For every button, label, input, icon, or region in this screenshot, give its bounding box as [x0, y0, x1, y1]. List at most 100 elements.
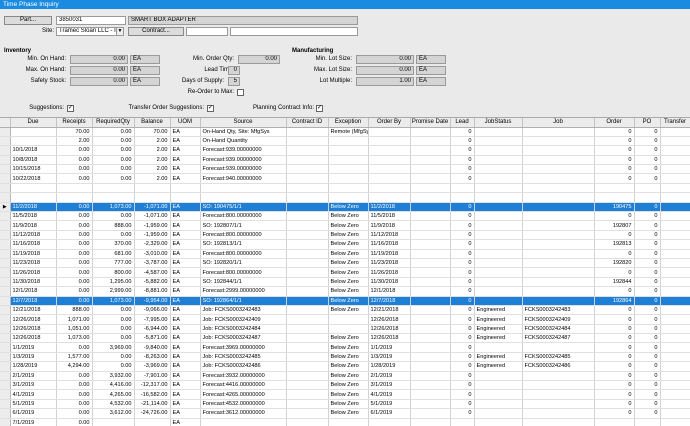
cell-uom[interactable]: EA: [170, 408, 201, 419]
cell-order[interactable]: [594, 418, 635, 426]
cell-balance[interactable]: 2.00: [134, 136, 171, 147]
cell-transfer[interactable]: [660, 277, 690, 288]
cell-due[interactable]: 11/23/2018: [10, 258, 57, 269]
cell-lead[interactable]: 0: [450, 155, 475, 166]
cell-contract-id[interactable]: [286, 408, 329, 419]
cell-lead[interactable]: 0: [450, 305, 475, 316]
cell-order-by[interactable]: 6/1/2019: [368, 408, 411, 419]
cell-receipts[interactable]: 1,051.00: [56, 324, 93, 335]
cell-requiredqty[interactable]: 0.00: [92, 352, 135, 363]
cell-order-by[interactable]: 1/1/2019: [368, 342, 411, 353]
cell-balance[interactable]: -1,071.00: [134, 211, 171, 222]
cell-lead[interactable]: 0: [450, 211, 475, 222]
cell-exception[interactable]: Below Zero: [328, 220, 369, 231]
cell-promise-date[interactable]: [410, 333, 451, 344]
cell-po[interactable]: 0: [634, 230, 661, 241]
column-header-receipts[interactable]: Receipts: [56, 118, 93, 128]
cell-contract-id[interactable]: [286, 333, 329, 344]
row-selector[interactable]: [0, 333, 11, 344]
cell-order[interactable]: 0: [594, 314, 635, 325]
cell-transfer[interactable]: [660, 164, 690, 175]
table-row[interactable]: 10/15/2018 0.00 0.00 2.00 EA Forecast:939.000…: [0, 164, 690, 175]
cell-jobstatus[interactable]: Engineered: [474, 305, 523, 316]
cell-due[interactable]: 12/26/2018: [10, 324, 57, 335]
cell-source[interactable]: Forecast:4416.00000000: [200, 380, 287, 391]
table-row[interactable]: 10/22/2018 0.00 0.00 2.00 EA Forecast:940.000…: [0, 173, 690, 184]
cell-jobstatus[interactable]: [474, 399, 523, 410]
cell-receipts[interactable]: 0.00: [56, 202, 93, 213]
cell-job[interactable]: [522, 267, 595, 278]
cell-balance[interactable]: -9,954.00: [134, 296, 171, 306]
cell-promise-date[interactable]: [410, 305, 451, 316]
cell-order[interactable]: 0: [594, 127, 635, 137]
cell-order[interactable]: 0: [594, 211, 635, 222]
cell-transfer[interactable]: [660, 136, 690, 147]
cell-uom[interactable]: EA: [170, 389, 201, 400]
cell-jobstatus[interactable]: [474, 342, 523, 353]
cell-requiredqty[interactable]: [92, 183, 135, 194]
cell-requiredqty[interactable]: 4,416.00: [92, 380, 135, 391]
row-selector[interactable]: [0, 305, 11, 316]
cell-jobstatus[interactable]: Engineered: [474, 352, 523, 363]
cell-requiredqty[interactable]: 0.00: [92, 361, 135, 372]
cell-order-by[interactable]: 12/26/2018: [368, 324, 411, 335]
row-selector[interactable]: [0, 371, 11, 382]
cell-due[interactable]: 1/3/2019: [10, 352, 57, 363]
cell-jobstatus[interactable]: [474, 211, 523, 222]
cell-exception[interactable]: [328, 183, 369, 194]
cell-contract-id[interactable]: [286, 277, 329, 288]
cell-contract-id[interactable]: [286, 127, 329, 137]
cell-requiredqty[interactable]: 0.00: [92, 211, 135, 222]
cell-jobstatus[interactable]: Engineered: [474, 314, 523, 325]
cell-po[interactable]: 0: [634, 389, 661, 400]
cell-source[interactable]: [200, 418, 287, 426]
cell-transfer[interactable]: [660, 183, 690, 194]
cell-contract-id[interactable]: [286, 361, 329, 372]
cell-order[interactable]: 0: [594, 324, 635, 335]
cell-promise-date[interactable]: [410, 211, 451, 222]
cell-transfer[interactable]: [660, 314, 690, 325]
cell-contract-id[interactable]: [286, 258, 329, 269]
cell-balance[interactable]: -7,995.00: [134, 314, 171, 325]
cell-transfer[interactable]: [660, 258, 690, 269]
table-row[interactable]: 12/1/2018 0.00 2,999.00 -8,881.00 EA Forecast…: [0, 286, 690, 297]
cell-balance[interactable]: -3,010.00: [134, 249, 171, 259]
cell-jobstatus[interactable]: [474, 145, 523, 156]
table-row[interactable]: [0, 183, 690, 194]
cell-uom[interactable]: EA: [170, 267, 201, 278]
cell-order[interactable]: 192813: [594, 239, 635, 250]
cell-uom[interactable]: EA: [170, 211, 201, 222]
cell-job[interactable]: [522, 418, 595, 426]
table-row[interactable]: 7/1/2019 0.00 EA: [0, 418, 690, 426]
table-row[interactable]: 3/1/2019 0.00 4,416.00 -12,317.00 EA Forecast…: [0, 380, 690, 391]
cell-source[interactable]: Forecast:939.00000000: [200, 164, 287, 175]
cell-order-by[interactable]: [368, 183, 411, 194]
site-select[interactable]: Tramec Sloan LLC - Iola: [56, 27, 124, 36]
cell-contract-id[interactable]: [286, 371, 329, 382]
cell-transfer[interactable]: [660, 352, 690, 363]
cell-transfer[interactable]: [660, 342, 690, 353]
cell-order[interactable]: 0: [594, 371, 635, 382]
cell-transfer[interactable]: [660, 249, 690, 259]
cell-lead[interactable]: 0: [450, 352, 475, 363]
cell-jobstatus[interactable]: [474, 164, 523, 175]
cell-receipts[interactable]: 888.00: [56, 305, 93, 316]
cell-po[interactable]: 0: [634, 342, 661, 353]
cell-due[interactable]: 6/1/2019: [10, 408, 57, 419]
cell-contract-id[interactable]: [286, 314, 329, 325]
cell-exception[interactable]: Below Zero: [328, 277, 369, 288]
cell-requiredqty[interactable]: 3,932.00: [92, 371, 135, 382]
cell-receipts[interactable]: 2.00: [56, 136, 93, 147]
cell-due[interactable]: 12/7/2018: [10, 296, 57, 306]
cell-transfer[interactable]: [660, 211, 690, 222]
cell-po[interactable]: 0: [634, 258, 661, 269]
table-row[interactable]: 12/26/2018 1,073.00 0.00 -5,871.00 EA Job: FC…: [0, 333, 690, 344]
column-header-order[interactable]: Order: [594, 118, 635, 128]
cell-order-by[interactable]: 1/28/2019: [368, 361, 411, 372]
cell-transfer[interactable]: [660, 333, 690, 344]
row-selector[interactable]: [0, 352, 11, 363]
cell-jobstatus[interactable]: [474, 136, 523, 147]
cell-order-by[interactable]: 12/26/2018: [368, 333, 411, 344]
column-header-contract-id[interactable]: Contract ID: [286, 118, 329, 128]
table-row[interactable]: 12/21/2018 888.00 0.00 -9,066.00 EA Job: FCKS…: [0, 305, 690, 316]
